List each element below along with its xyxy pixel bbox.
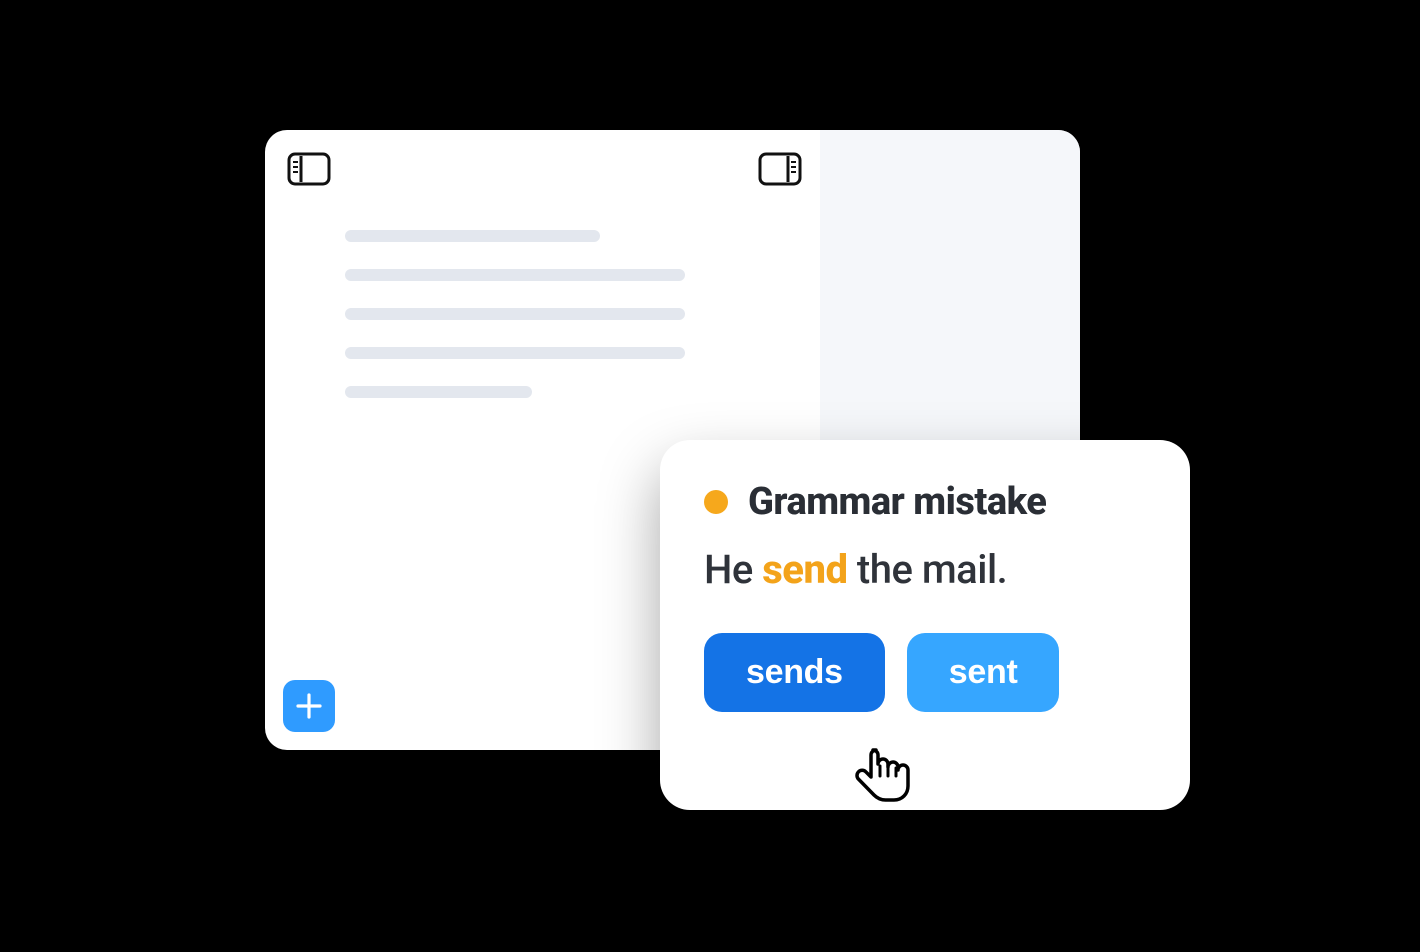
suggestion-sent-button[interactable]: sent — [907, 633, 1060, 712]
suggestion-title: Grammar mistake — [748, 480, 1046, 524]
document-content-placeholder — [345, 230, 685, 398]
sentence-highlighted-word: send — [762, 546, 847, 593]
panel-left-icon[interactable] — [287, 152, 331, 186]
plus-icon — [294, 691, 324, 721]
suggestion-buttons: sends sent — [704, 633, 1146, 712]
content-line — [345, 269, 685, 281]
content-line — [345, 308, 685, 320]
content-line — [345, 230, 600, 242]
suggestion-sends-button[interactable]: sends — [704, 633, 885, 712]
status-dot-icon — [704, 490, 728, 514]
panel-right-icon[interactable] — [758, 152, 802, 186]
add-button[interactable] — [283, 680, 335, 732]
grammar-suggestion-card: Grammar mistake He send the mail. sends … — [660, 440, 1190, 810]
sentence-after: the mail. — [847, 546, 1007, 593]
content-line — [345, 386, 532, 398]
content-line — [345, 347, 685, 359]
example-sentence: He send the mail. — [704, 546, 1146, 593]
sentence-before: He — [704, 546, 762, 593]
